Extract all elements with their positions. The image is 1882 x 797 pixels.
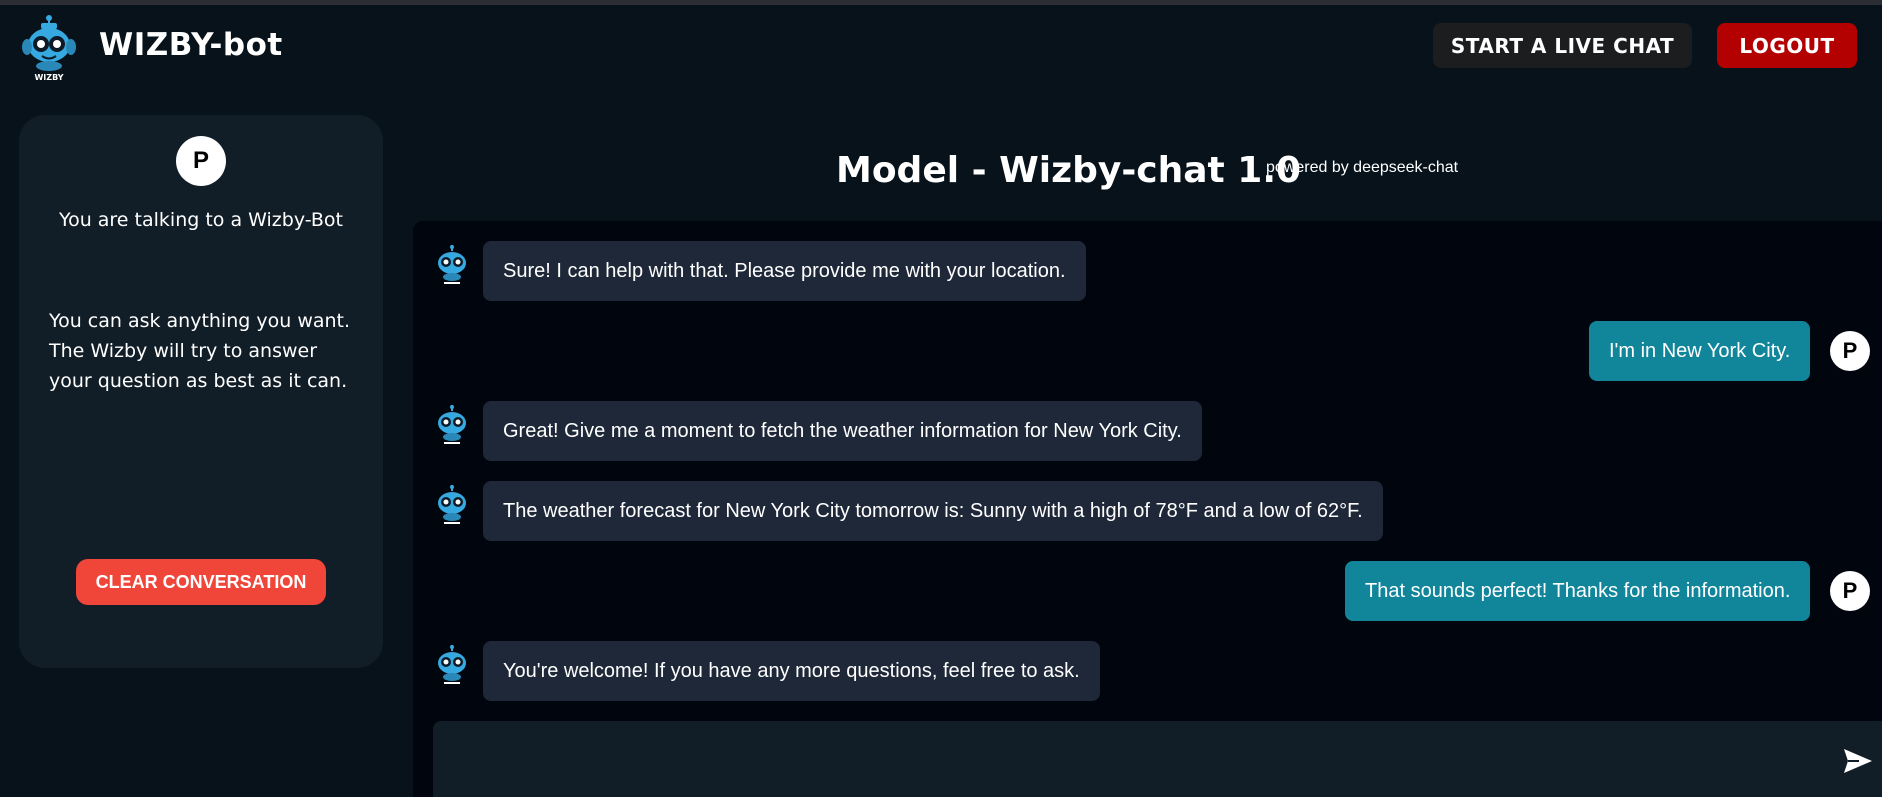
- logout-button[interactable]: LOGOUT: [1717, 23, 1857, 68]
- bot-message-bubble: Great! Give me a moment to fetch the wea…: [483, 401, 1202, 461]
- message-user: That sounds perfect! Thanks for the info…: [1345, 561, 1811, 621]
- chat-area[interactable]: Sure! I can help with that. Please provi…: [413, 221, 1882, 797]
- message-bot: The weather forecast for New York City t…: [483, 481, 1383, 541]
- send-icon[interactable]: [1843, 748, 1873, 774]
- clear-conversation-button[interactable]: CLEAR CONVERSATION: [76, 559, 326, 605]
- message-bot: You're welcome! If you have any more que…: [483, 641, 1100, 701]
- message-bot: Great! Give me a moment to fetch the wea…: [483, 401, 1202, 461]
- user-avatar: P: [176, 136, 226, 186]
- robot-avatar-icon: [438, 405, 466, 444]
- model-title: Model - Wizby-chat 1.0: [836, 150, 1302, 191]
- robot-avatar-icon: [438, 245, 466, 284]
- user-message-bubble: That sounds perfect! Thanks for the info…: [1345, 561, 1811, 621]
- user-message-avatar: P: [1830, 571, 1870, 611]
- robot-logo-icon[interactable]: WIZBY: [22, 14, 78, 82]
- start-live-chat-button[interactable]: START A LIVE CHAT: [1433, 23, 1692, 68]
- chat-input-container: [433, 721, 1882, 797]
- user-message-avatar: P: [1830, 331, 1870, 371]
- user-message-bubble: I'm in New York City.: [1589, 321, 1811, 381]
- sidebar-description: You can ask anything you want. The Wizby…: [49, 310, 351, 392]
- sidebar: P You are talking to a Wizby-Bot You can…: [19, 115, 383, 668]
- logo-text: WIZBY: [34, 73, 63, 82]
- bot-message-bubble: The weather forecast for New York City t…: [483, 481, 1383, 541]
- message-bot: Sure! I can help with that. Please provi…: [483, 241, 1086, 301]
- sidebar-title: You are talking to a Wizby-Bot: [58, 209, 344, 231]
- powered-by-label: powered by deepseek-chat: [1266, 159, 1459, 176]
- chat-input[interactable]: [433, 721, 1813, 797]
- page: WIZBY WIZBY-bot START A LIVE CHAT LOGOUT…: [0, 0, 1882, 797]
- header: WIZBY WIZBY-bot START A LIVE CHAT LOGOUT: [0, 5, 1882, 85]
- message-user: I'm in New York City.: [1589, 321, 1811, 381]
- brand-title: WIZBY-bot: [99, 27, 283, 63]
- bot-message-bubble: You're welcome! If you have any more que…: [483, 641, 1100, 701]
- robot-avatar-icon: [438, 645, 466, 684]
- robot-avatar-icon: [438, 485, 466, 524]
- bot-message-bubble: Sure! I can help with that. Please provi…: [483, 241, 1086, 301]
